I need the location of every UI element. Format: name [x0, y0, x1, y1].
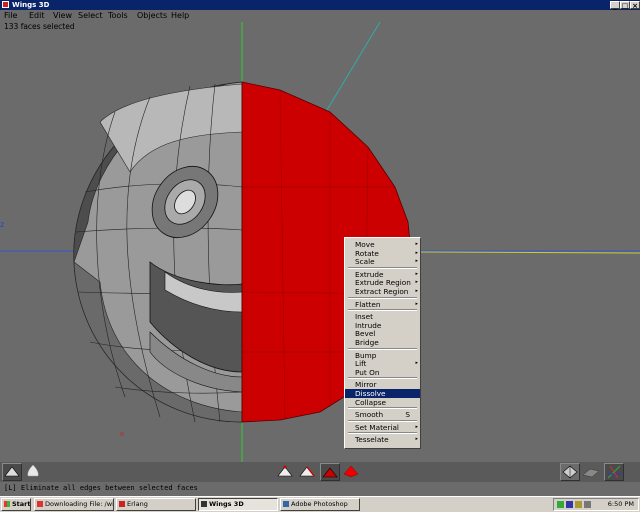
wings-app-icon: [2, 1, 9, 8]
face-mode-icon: [322, 467, 338, 478]
menu-item-put-on[interactable]: Put On: [345, 368, 420, 377]
menu-separator: [348, 377, 417, 380]
tray-speaker-icon[interactable]: [575, 501, 582, 508]
menu-item-label: Flatten: [355, 299, 381, 309]
windows-taskbar: Start Downloading File: /wings/... Erlan…: [0, 496, 640, 512]
menu-select[interactable]: Select: [78, 10, 103, 22]
menu-separator: [348, 419, 417, 422]
menu-separator: [348, 296, 417, 299]
body-mode-icon: [343, 465, 359, 478]
menu-item-tesselate[interactable]: Tesselate ▸: [345, 435, 420, 444]
select-vertex-button[interactable]: [276, 463, 296, 481]
menu-separator: [348, 432, 417, 435]
menu-item-set-material[interactable]: Set Material ▸: [345, 423, 420, 432]
maximize-button[interactable]: □: [620, 1, 630, 10]
system-tray: 6:50 PM: [553, 498, 639, 511]
menu-file[interactable]: File: [4, 10, 17, 22]
submenu-arrow-icon: ▸: [415, 423, 418, 430]
toggle-groundplane-button[interactable]: [582, 463, 602, 481]
task-erlang[interactable]: Erlang: [116, 498, 196, 511]
selection-status: 133 faces selected: [4, 22, 75, 31]
submenu-arrow-icon: ▸: [415, 300, 418, 307]
selection-toolbar: [0, 462, 640, 482]
origin-marker: ×: [119, 430, 125, 438]
browser-icon: [37, 501, 43, 507]
menu-item-label: Smooth: [355, 410, 384, 420]
minimize-button[interactable]: _: [610, 1, 620, 10]
task-downloading[interactable]: Downloading File: /wings/...: [34, 498, 114, 511]
title-bar: Wings 3D _ □ ×: [0, 0, 640, 10]
perspective-icon: [562, 465, 578, 479]
toggle-perspective-button[interactable]: [560, 463, 580, 481]
menu-objects[interactable]: Objects: [137, 10, 167, 22]
wings-icon: [201, 501, 207, 507]
menu-item-collapse[interactable]: Collapse: [345, 398, 420, 407]
menu-view[interactable]: View: [53, 10, 72, 22]
submenu-arrow-icon: ▸: [415, 288, 418, 294]
workmode-smooth-button[interactable]: [24, 463, 44, 481]
task-photoshop[interactable]: Adobe Photoshop: [280, 498, 360, 511]
menu-help[interactable]: Help: [171, 10, 189, 22]
task-label: Erlang: [127, 500, 148, 508]
groundplane-icon: [582, 468, 600, 478]
menu-item-extract-region[interactable]: Extract Region ▸: [345, 287, 420, 296]
menu-separator: [348, 266, 417, 269]
menu-edit[interactable]: Edit: [29, 10, 45, 22]
face-context-menu: Move ▸ Rotate ▸ Scale ▸ Extrude ▸ Extrude Region…: [344, 237, 421, 449]
window-title: Wings 3D: [12, 1, 50, 9]
task-wings3d[interactable]: Wings 3D: [198, 498, 278, 511]
menu-item-smooth[interactable]: Smooth S: [345, 410, 420, 419]
toggle-axes-button[interactable]: [604, 463, 624, 481]
menu-item-label: Tesselate: [355, 435, 389, 445]
workmode-flat-button[interactable]: [2, 463, 22, 481]
windows-logo-icon: [4, 501, 10, 507]
task-label: Wings 3D: [209, 500, 244, 508]
menu-separator: [348, 407, 417, 410]
menu-separator: [348, 347, 417, 350]
flat-shade-icon: [4, 466, 20, 477]
submenu-arrow-icon: ▸: [415, 436, 418, 443]
clock: 6:50 PM: [607, 500, 634, 508]
menu-item-bridge[interactable]: Bridge: [345, 338, 420, 347]
tray-app-icon[interactable]: [584, 501, 591, 508]
3d-viewport[interactable]: z ×: [0, 22, 640, 462]
hint-bar: [L] Eliminate all edges between selected…: [0, 482, 640, 494]
select-face-button[interactable]: [320, 463, 340, 481]
close-button[interactable]: ×: [630, 1, 640, 10]
menu-item-label: Set Material: [355, 422, 399, 432]
menu-separator: [348, 309, 417, 312]
start-button[interactable]: Start: [1, 498, 31, 511]
tray-monitor-icon[interactable]: [566, 501, 573, 508]
menu-item-scale[interactable]: Scale ▸: [345, 257, 420, 266]
menu-item-hotkey: S: [405, 410, 410, 420]
menu-bar: File Edit View Select Tools Objects Help: [0, 10, 640, 22]
edge-mode-icon: [299, 466, 315, 477]
tray-network-icon[interactable]: [557, 501, 564, 508]
menu-item-label: Bridge: [355, 338, 379, 347]
menu-item-label: Put On: [355, 367, 380, 377]
menu-item-flatten[interactable]: Flatten ▸: [345, 300, 420, 309]
axes-icon: [607, 465, 621, 479]
menu-item-label: Extract Region: [355, 287, 409, 296]
smooth-shade-icon: [27, 464, 39, 477]
z-axis-label: z: [0, 220, 4, 229]
select-edge-button[interactable]: [298, 463, 318, 481]
submenu-arrow-icon: ▸: [415, 258, 418, 265]
menu-tools[interactable]: Tools: [108, 10, 128, 22]
vertex-mode-icon: [277, 465, 293, 477]
start-label: Start: [12, 500, 31, 508]
menu-item-label: Scale: [355, 257, 375, 267]
task-label: Downloading File: /wings/...: [45, 500, 113, 508]
task-label: Adobe Photoshop: [291, 500, 348, 508]
menu-item-label: Collapse: [355, 397, 387, 407]
select-body-button[interactable]: [342, 463, 362, 481]
erlang-icon: [119, 501, 125, 507]
hint-text: [L] Eliminate all edges between selected…: [4, 484, 198, 492]
photoshop-icon: [283, 501, 289, 507]
